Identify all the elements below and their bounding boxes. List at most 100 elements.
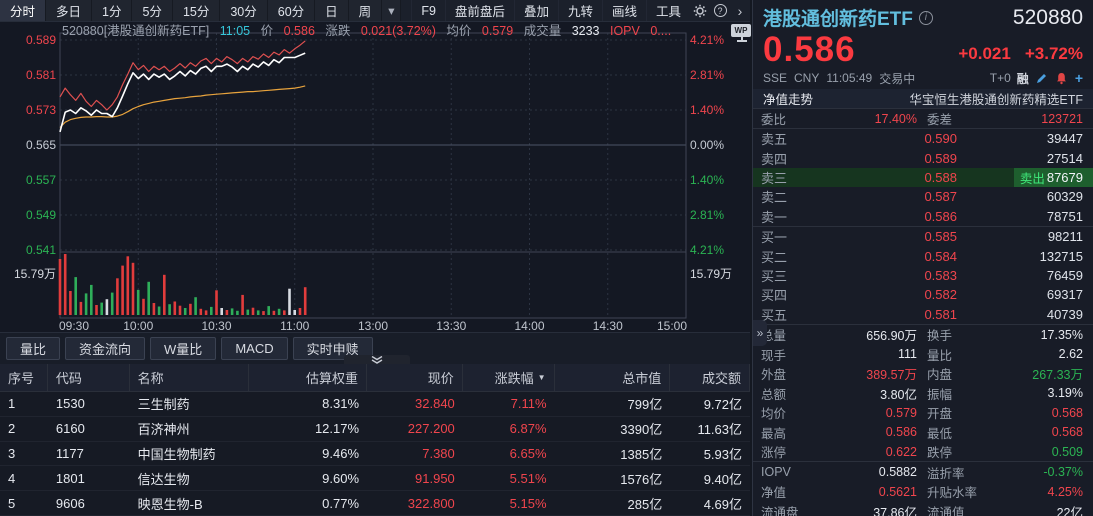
stat-row-总额: 总额3.80亿振幅3.19% — [753, 383, 1093, 403]
ask-row-卖三[interactable]: 卖三0.588卖出87679 — [753, 168, 1093, 187]
period-button-1分[interactable]: 1分 — [92, 0, 132, 21]
volume-bar — [283, 310, 286, 315]
table-row[interactable]: 26160百济神州12.17%227.2006.87%3390亿11.63亿 — [0, 417, 750, 442]
volume-bar — [205, 310, 208, 315]
column-header-代码[interactable]: 代码 — [48, 364, 130, 391]
cell-估算权重: 12.17% — [249, 417, 367, 441]
indicator-tabbar: 量比资金流向W量比MACD实时申赎 — [0, 332, 750, 364]
help-icon[interactable]: ? — [710, 0, 730, 21]
stat-row-外盘: 外盘389.57万内盘267.33万 — [753, 364, 1093, 384]
column-header-涨跌幅[interactable]: 涨跌幅▼ — [463, 364, 555, 391]
stat-value: 0.5621 — [805, 485, 917, 499]
bid-row-买五[interactable]: 买五0.58140739 — [753, 305, 1093, 324]
toolbar-action-盘前盘后[interactable]: 盘前盘后 — [445, 0, 514, 21]
settings-gear-icon[interactable] — [690, 0, 710, 21]
ask-row-卖四[interactable]: 卖四0.58927514 — [753, 148, 1093, 167]
toolbar-action-叠加[interactable]: 叠加 — [514, 0, 558, 21]
toolbar-action-F9[interactable]: F9 — [411, 0, 445, 21]
quote-time: 11:05:49 — [826, 71, 872, 85]
avg-label: 均价 — [446, 24, 471, 38]
tab-W量比[interactable]: W量比 — [150, 337, 216, 360]
stat-label: 净值 — [753, 482, 805, 501]
period-button-日[interactable]: 日 — [315, 0, 349, 21]
period-toolbar: 分时多日1分5分15分30分60分日周▾ F9盘前盘后叠加九转画线工具?› — [0, 0, 750, 22]
price-value: 0.586 — [284, 24, 315, 38]
cell-序号: 4 — [0, 466, 48, 490]
cell-现价: 322.800 — [367, 491, 463, 515]
cell-序号: 3 — [0, 442, 48, 466]
y-axis-tick-right: 1.40% — [690, 103, 724, 117]
x-axis-tick: 14:30 — [593, 319, 623, 332]
ask-volume: 78751 — [957, 209, 1093, 224]
column-header-名称[interactable]: 名称 — [130, 364, 250, 391]
add-plus-icon[interactable]: + — [1075, 71, 1083, 85]
nav-trend-label: 净值走势 — [763, 89, 813, 108]
wencai-widget-icon[interactable]: WP — [731, 24, 753, 42]
table-row[interactable]: 31177中国生物制药9.46%7.3806.65%1385亿5.93亿 — [0, 442, 750, 467]
volume-bar — [116, 278, 119, 315]
collapse-chevron-icon[interactable] — [344, 355, 410, 364]
toolbar-action-九转[interactable]: 九转 — [558, 0, 602, 21]
table-row[interactable]: 41801信达生物9.60%91.9505.51%1576亿9.40亿 — [0, 466, 750, 491]
intraday-chart[interactable]: 520880[港股通创新药ETF] 11:05 价 0.586 涨跌 0.021… — [0, 22, 750, 332]
stat-value: 0.509 — [999, 445, 1093, 459]
stat-value: 267.33万 — [999, 364, 1093, 383]
cell-现价: 227.200 — [367, 417, 463, 441]
intraday-chart-canvas[interactable]: 0.5894.21%0.5812.81%0.5731.40%0.5650.00%… — [0, 22, 750, 332]
period-button-15分[interactable]: 15分 — [173, 0, 220, 21]
stat-value: 111 — [805, 347, 917, 361]
stat-row-IOPV: IOPV0.5882溢折率-0.37% — [753, 462, 1093, 482]
period-dropdown-icon[interactable]: ▾ — [382, 0, 401, 21]
toolbar-action-工具[interactable]: 工具 — [646, 0, 690, 21]
period-button-30分[interactable]: 30分 — [220, 0, 267, 21]
tab-MACD[interactable]: MACD — [221, 337, 287, 360]
edit-pencil-icon[interactable] — [1035, 71, 1049, 85]
bid-row-买二[interactable]: 买二0.584132715 — [753, 246, 1093, 265]
trading-terminal-window: 分时多日1分5分15分30分60分日周▾ F9盘前盘后叠加九转画线工具?› 520… — [0, 0, 1093, 516]
period-button-多日[interactable]: 多日 — [46, 0, 92, 21]
volume-bar — [95, 305, 98, 315]
period-button-60分[interactable]: 60分 — [268, 0, 315, 21]
tab-量比[interactable]: 量比 — [6, 337, 60, 360]
nav-trend-row[interactable]: 净值走势 华宝恒生港股通创新药精选ETF — [753, 89, 1093, 108]
volume-bar — [304, 287, 307, 315]
chart-info-bar: 520880[港股通创新药ETF] 11:05 价 0.586 涨跌 0.021… — [62, 23, 726, 40]
x-axis-tick: 13:30 — [436, 319, 466, 332]
bid-label: 买三 — [753, 266, 801, 285]
column-header-序号[interactable]: 序号 — [0, 364, 48, 391]
cell-涨跌幅: 6.65% — [463, 442, 555, 466]
price-label: 价 — [261, 24, 274, 38]
tab-资金流向[interactable]: 资金流向 — [65, 337, 145, 360]
volume-bar — [90, 285, 93, 315]
stat-label: 最低 — [927, 423, 999, 442]
bid-row-买四[interactable]: 买四0.58269317 — [753, 285, 1093, 304]
column-header-现价[interactable]: 现价 — [367, 364, 463, 391]
table-row[interactable]: 11530三生制药8.31%32.8407.11%799亿9.72亿 — [0, 392, 750, 417]
y-axis-tick-right: 2.81% — [690, 208, 724, 222]
alert-bell-icon[interactable] — [1055, 71, 1069, 85]
toolbar-action-画线[interactable]: 画线 — [602, 0, 646, 21]
volume-bar — [121, 266, 124, 315]
bid-row-买三[interactable]: 买三0.58376459 — [753, 266, 1093, 285]
ask-row-卖一[interactable]: 卖一0.58678751 — [753, 207, 1093, 226]
ask-row-卖二[interactable]: 卖二0.58760329 — [753, 187, 1093, 206]
info-icon[interactable]: i — [919, 11, 933, 25]
volume-bar — [257, 310, 260, 315]
period-button-周[interactable]: 周 — [349, 0, 383, 21]
table-row[interactable]: 59606映恩生物-B0.77%322.8005.15%285亿4.69亿 — [0, 491, 750, 516]
panel-expander-button[interactable]: » — [753, 320, 767, 346]
period-button-5分[interactable]: 5分 — [132, 0, 172, 21]
stat-row-流通盘: 流通盘37.86亿流通值22亿 — [753, 501, 1093, 516]
ask-row-卖五[interactable]: 卖五0.59039447 — [753, 129, 1093, 148]
column-header-成交额[interactable]: 成交额 — [670, 364, 750, 391]
cell-估算权重: 0.77% — [249, 491, 367, 515]
column-header-估算权重[interactable]: 估算权重 — [249, 364, 367, 391]
period-button-分时[interactable]: 分时 — [0, 0, 46, 21]
stat-label: 外盘 — [753, 364, 805, 383]
column-header-总市值[interactable]: 总市值 — [555, 364, 671, 391]
arrow-right-icon[interactable]: › — [730, 0, 750, 21]
stat-value: 389.57万 — [805, 364, 917, 383]
last-price: 0.586 — [763, 33, 856, 67]
volume-bar — [137, 290, 140, 315]
bid-row-买一[interactable]: 买一0.58598211 — [753, 227, 1093, 246]
